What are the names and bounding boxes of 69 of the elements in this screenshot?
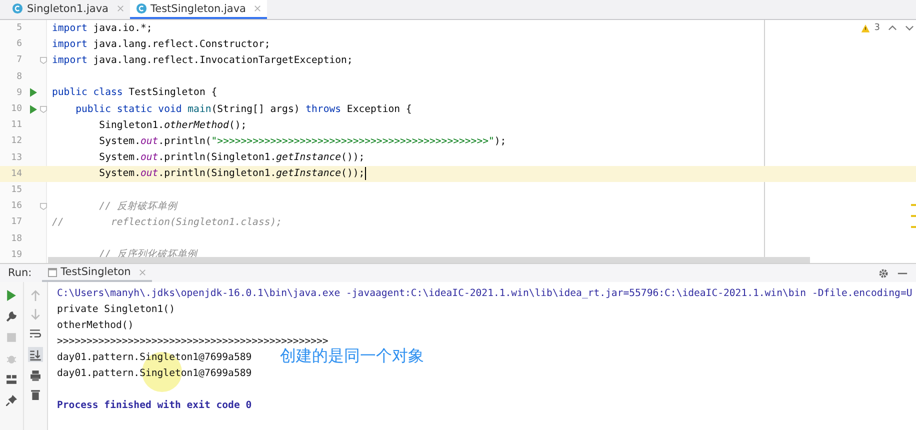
pin-icon[interactable] [6, 395, 17, 406]
file-tab[interactable]: TestSingleton.java [130, 0, 267, 19]
line-number: 19 [10, 250, 22, 260]
code-line: import java.lang.reflect.Constructor; [52, 38, 270, 50]
code-line: Singleton1.otherMethod(); [98, 120, 247, 131]
line-number: 16 [10, 201, 22, 212]
annotation-text: 创建的是同一个对象 [280, 346, 424, 367]
scroll-to-end-icon[interactable] [28, 347, 43, 362]
code-line: public static void main(String[] args) throws Exception { [74, 104, 412, 115]
tab-label: TestSingleton [60, 266, 131, 278]
code-line: import java.io.*; [52, 22, 152, 34]
warning-icon[interactable] [861, 24, 870, 32]
line-number: 13 [10, 152, 22, 163]
settings-icon[interactable] [878, 268, 889, 278]
arrow-down-icon[interactable] [30, 309, 41, 320]
line-number: 12 [10, 136, 22, 146]
run-icon[interactable] [30, 104, 37, 114]
run-tab[interactable]: TestSingleton [42, 264, 152, 282]
file-tab[interactable]: Singleton1.java [6, 0, 130, 19]
console-icon [48, 268, 57, 276]
code-line: System.out.println(">>>>>>>>>>>>>>>>>>>>>>>>>>>>>>>>>>>>>>>>>>>>>>"); [98, 136, 506, 147]
wrap-icon[interactable] [30, 328, 41, 339]
print-icon[interactable] [30, 370, 41, 381]
tab-label: TestSingleton.java [150, 2, 246, 14]
code-line: // 反射破坏单例 [98, 200, 177, 213]
trash-icon[interactable] [30, 389, 41, 400]
tab-label: Singleton1.java [27, 2, 108, 14]
close-icon[interactable] [254, 5, 261, 12]
class-icon [136, 3, 146, 14]
line-number: 7 [16, 55, 22, 66]
code-line: System.out.println(Singleton1.getInstance()); [98, 152, 365, 164]
code-line: public class TestSingleton { [52, 87, 218, 98]
line-number: 17 [10, 217, 22, 228]
chevron-down-icon[interactable] [905, 25, 914, 31]
line-number: 11 [10, 120, 22, 130]
console-line: C:\Users\manyh\.jdks\openjdk-16.0.1\bin\java.exe -javaagent:C:\ideaIC-2021.1.win\lib\idea_rt.jar=55796:C:\ideaIC-2021.1.win\bin -Dfile.encoding=U [57, 288, 912, 298]
class-icon [12, 3, 23, 14]
line-number: 6 [16, 39, 22, 50]
warning-marker[interactable] [911, 204, 916, 206]
run-icon[interactable] [6, 290, 17, 301]
console-line: otherMethod() [57, 320, 134, 330]
console-line: day01.pattern.Singleton1@7699a589 [57, 368, 252, 378]
line-number: 14 [10, 168, 22, 179]
console-line: >>>>>>>>>>>>>>>>>>>>>>>>>>>>>>>>>>>>>>>>>>>>>> [57, 336, 328, 346]
warning-count: 3 [874, 23, 880, 33]
layout-icon[interactable] [6, 374, 17, 385]
console-line: Process finished with exit code 0 [57, 400, 252, 410]
line-number: 18 [10, 234, 22, 244]
fold-icon[interactable] [40, 202, 47, 210]
code-line: System.out.println(Singleton1.getInstance()); [98, 168, 365, 180]
line-number: 10 [10, 104, 22, 114]
chevron-up-icon[interactable] [888, 25, 897, 31]
run-label: Run: [7, 267, 33, 279]
close-icon[interactable] [138, 268, 146, 276]
run-icon[interactable] [30, 88, 37, 98]
code-line: // reflection(Singleton1.class); [52, 216, 282, 228]
line-number: 15 [10, 184, 22, 195]
close-icon[interactable] [116, 5, 124, 12]
line-number: 5 [16, 23, 22, 34]
line-number: 8 [16, 72, 22, 82]
wrench-icon[interactable] [6, 311, 17, 322]
warning-marker[interactable] [911, 226, 916, 228]
scrollbar[interactable] [48, 257, 810, 263]
code-line: import java.lang.reflect.InvocationTargetException; [52, 54, 353, 66]
console-line: private Singleton1() [57, 304, 175, 314]
arrow-up-icon[interactable] [30, 290, 41, 301]
line-number: 9 [16, 88, 22, 98]
console-line: day01.pattern.Singleton1@7699a589 [57, 352, 252, 362]
warning-marker[interactable] [911, 215, 916, 217]
